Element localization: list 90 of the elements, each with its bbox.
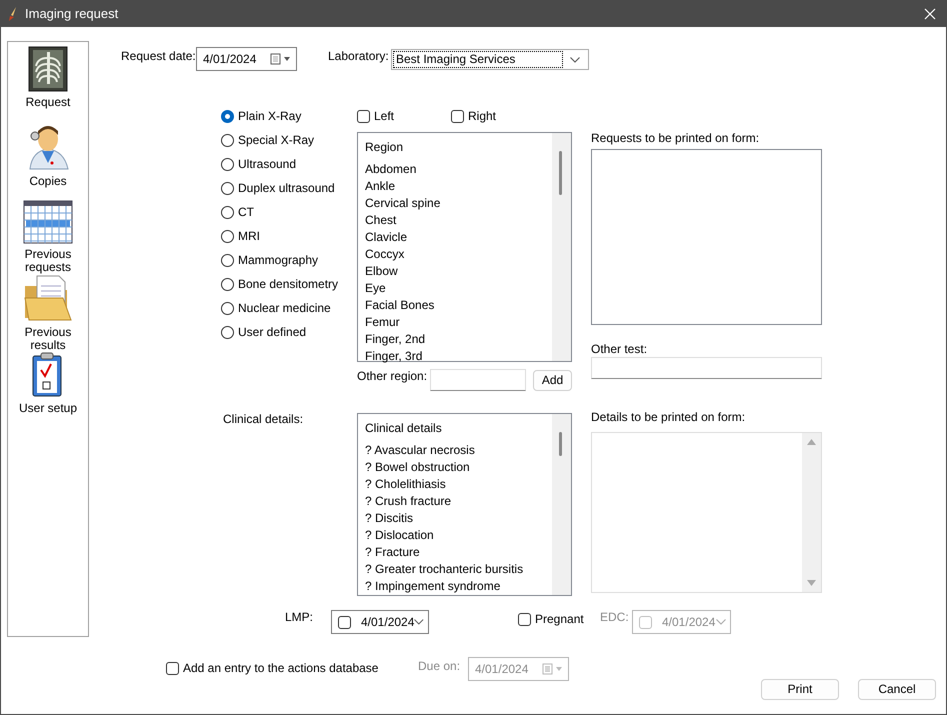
checkbox[interactable]	[338, 616, 351, 628]
list-item[interactable]: Eye	[365, 280, 552, 297]
list-item[interactable]: Cervical spine	[365, 195, 552, 212]
cancel-button[interactable]: Cancel	[858, 679, 936, 700]
radio-button[interactable]	[221, 230, 234, 243]
radio-button[interactable]	[221, 302, 234, 315]
window-title: Imaging request	[25, 6, 118, 22]
calendar-dropdown-icon[interactable]	[270, 53, 292, 65]
add-button[interactable]: Add	[533, 370, 572, 390]
list-item[interactable]: ? Impingement syndrome	[365, 578, 552, 595]
radio-label[interactable]: Duplex ultrasound	[238, 181, 335, 196]
date-value: 4/01/2024	[662, 614, 716, 630]
calendar-icon	[23, 200, 73, 244]
x-ray-icon	[28, 46, 68, 92]
radio-button[interactable]	[221, 134, 234, 147]
list-item[interactable]: Abdomen	[365, 161, 552, 178]
date-value: 4/01/2024	[203, 52, 256, 66]
radio-label[interactable]: Nuclear medicine	[238, 301, 331, 316]
radio-button[interactable]	[221, 326, 234, 339]
print-button[interactable]: Print	[761, 679, 839, 700]
sidebar-label[interactable]: User setup	[18, 402, 78, 415]
list-item[interactable]: Finger, 3rd	[365, 348, 552, 365]
input-field[interactable]	[591, 357, 822, 379]
checkbox[interactable]	[166, 662, 179, 675]
date-picker[interactable]: 4/01/2024	[331, 610, 429, 634]
list-item[interactable]: Elbow	[365, 263, 552, 280]
checkbox-label[interactable]: Right	[468, 109, 496, 124]
field-label: Requests to be printed on form:	[591, 131, 760, 147]
list-item[interactable]: ? Cholelithiasis	[365, 476, 552, 493]
radio-label[interactable]: MRI	[238, 229, 260, 244]
laboratory-dropdown[interactable]: Best Imaging Services	[391, 49, 589, 70]
scrollbar[interactable]	[552, 133, 571, 361]
sidebar-label[interactable]: Previous requests	[12, 248, 84, 274]
list-item[interactable]: Clavicle	[365, 229, 552, 246]
list-item[interactable]: Femur	[365, 314, 552, 331]
sidebar-label[interactable]: Request	[26, 96, 70, 109]
radio-label[interactable]: Ultrasound	[238, 157, 296, 172]
radio-button[interactable]	[221, 278, 234, 291]
scrollbar[interactable]	[552, 414, 571, 595]
field-label: Request date:	[121, 49, 196, 64]
field-label: Other region:	[357, 368, 428, 384]
radio-button[interactable]	[221, 182, 234, 195]
list-item[interactable]: ? Bowel obstruction	[365, 459, 552, 476]
radio-label[interactable]: Bone densitometry	[238, 277, 338, 292]
dropdown-value: Best Imaging Services	[394, 52, 562, 67]
sidebar-label[interactable]: Copies	[29, 175, 67, 188]
radio-label[interactable]: Plain X-Ray	[238, 109, 302, 124]
list-item[interactable]: ? Crush fracture	[365, 493, 552, 510]
field-label: Other test:	[591, 342, 648, 356]
radio-label[interactable]: Mammography	[238, 253, 318, 268]
radio-button[interactable]	[221, 254, 234, 267]
field-label: EDC:	[600, 610, 630, 625]
list-item[interactable]: Facial Bones	[365, 297, 552, 314]
field-label: Details to be printed on form:	[591, 410, 746, 426]
list-header: Region	[365, 139, 404, 156]
date-picker[interactable]: 4/01/2024	[196, 47, 297, 71]
field-label: Clinical details:	[223, 412, 304, 427]
radio-button[interactable]	[221, 158, 234, 171]
radio-label[interactable]: CT	[238, 205, 254, 220]
close-icon[interactable]	[924, 8, 936, 20]
list-item[interactable]: Coccyx	[365, 246, 552, 263]
sidebar-label[interactable]: Previous results	[12, 326, 84, 352]
radio-button[interactable]	[221, 110, 234, 123]
list-item[interactable]: ? Dislocation	[365, 527, 552, 544]
chevron-icon[interactable]	[414, 619, 424, 625]
list-item[interactable]: ? Fracture	[365, 544, 552, 561]
checkbox-label[interactable]: Pregnant	[535, 612, 584, 627]
field-label: Due on:	[418, 659, 462, 674]
list-item[interactable]: Ankle	[365, 178, 552, 195]
list-item[interactable]: ? Avascular necrosis	[365, 442, 552, 459]
list-item[interactable]: ? Greater trochanteric bursitis	[365, 561, 552, 578]
list-item[interactable]: ? Discitis	[365, 510, 552, 527]
field-label: LMP:	[285, 610, 314, 625]
radio-label[interactable]: User defined	[238, 325, 306, 340]
date-value: 4/01/2024	[361, 614, 414, 630]
field-label: Laboratory:	[328, 49, 390, 64]
radio-label[interactable]: Special X-Ray	[238, 133, 314, 148]
checkbox[interactable]	[518, 613, 531, 626]
input-field[interactable]	[430, 369, 526, 391]
checkbox-label[interactable]: Add an entry to the actions database	[183, 661, 378, 676]
list-item[interactable]: Finger, 2nd	[365, 331, 552, 348]
folder-icon	[23, 274, 73, 322]
date-value: 4/01/2024	[475, 662, 528, 676]
checkbox-label[interactable]: Left	[374, 109, 394, 124]
checkbox[interactable]	[357, 110, 370, 123]
checkbox[interactable]	[451, 110, 464, 123]
list-header: Clinical details	[365, 420, 443, 437]
list-item[interactable]: Chest	[365, 212, 552, 229]
radio-button[interactable]	[221, 206, 234, 219]
chevron-icon[interactable]	[570, 56, 580, 62]
